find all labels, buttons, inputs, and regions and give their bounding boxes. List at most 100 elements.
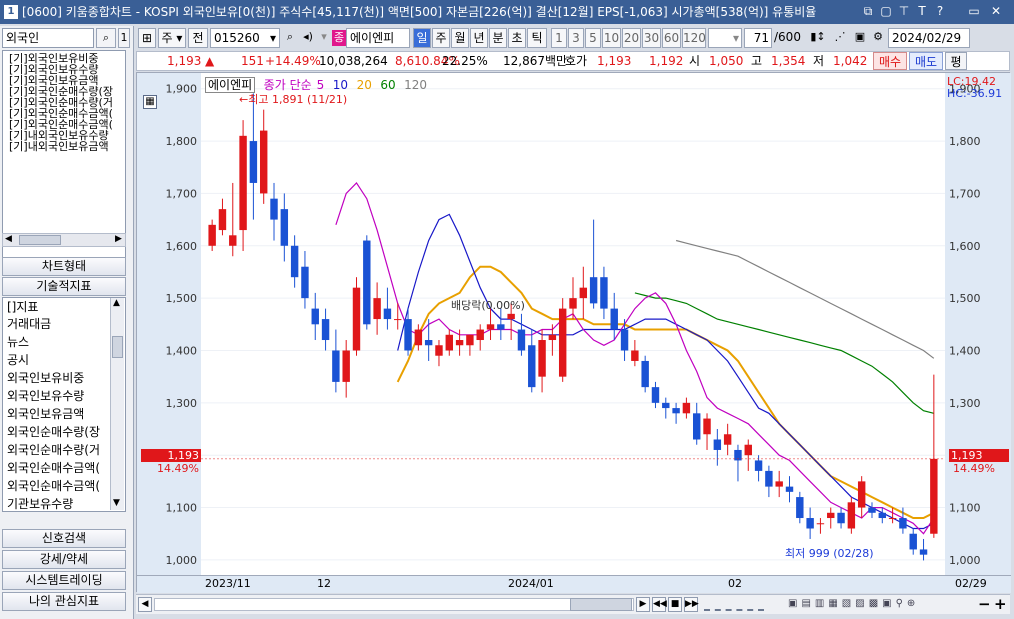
tab-second[interactable]: 초	[508, 28, 526, 48]
vertical-scrollbar[interactable]: ▲ ▼	[110, 298, 124, 510]
interval-5[interactable]: 5	[585, 28, 601, 48]
list-item[interactable]: 공시	[3, 351, 125, 369]
chart-scroll-thumb[interactable]	[570, 598, 632, 611]
y-tick-label-right: 1,100	[949, 502, 981, 515]
text-icon[interactable]: T	[914, 3, 930, 19]
horizontal-scrollbar[interactable]: ◀ ▶	[2, 233, 126, 247]
code-input[interactable]: 015260 ▾	[210, 28, 280, 48]
list-item[interactable]: [기]외국인보유금액	[3, 75, 125, 86]
chart-line-icon[interactable]: ⋰	[830, 28, 850, 48]
all-button[interactable]: 전	[188, 28, 208, 48]
list-item[interactable]: 외국인순매수량(장	[3, 423, 125, 441]
zoom-in-icon[interactable]: +	[994, 595, 1007, 613]
stop-icon[interactable]: ■	[668, 597, 682, 612]
list-item[interactable]: 외국인순매수금액(	[3, 477, 125, 495]
list-item[interactable]: [기]외국인순매수금액(	[3, 119, 125, 130]
candle-body	[239, 135, 247, 231]
combo-suffix[interactable]: 1	[118, 28, 130, 48]
tab-year[interactable]: 년	[470, 28, 488, 48]
interval-1[interactable]: 1	[551, 28, 567, 48]
average-button[interactable]: 평	[945, 52, 967, 70]
interval-20[interactable]: 20	[622, 28, 641, 48]
gear-icon[interactable]: ⚙	[870, 28, 886, 48]
list-item[interactable]: 외국인보유금액	[3, 405, 125, 423]
technical-indicator-button[interactable]: 기술적지표	[2, 277, 126, 296]
list-item[interactable]: 외국인순매수량(거	[3, 441, 125, 459]
list-item[interactable]: []지표	[3, 298, 125, 315]
save-icon[interactable]: ▣	[852, 28, 868, 48]
zoom-slider[interactable]	[704, 598, 764, 611]
zoom-out-icon[interactable]: −	[978, 595, 991, 613]
dropdown-icon[interactable]: ▾	[316, 28, 332, 48]
my-indicator-button[interactable]: 나의 관심지표	[2, 592, 126, 611]
fast-forward-icon[interactable]: ▶▶	[684, 597, 699, 612]
interval-combo[interactable]: ▾	[708, 28, 742, 48]
period-combo[interactable]: 주 ▾	[158, 28, 186, 48]
rewind-icon[interactable]: ◀◀	[652, 597, 667, 612]
interval-120[interactable]: 120	[682, 28, 706, 48]
close-button[interactable]: ✕	[988, 3, 1004, 19]
trade-amount: 12,867백만	[503, 54, 568, 68]
interval-60[interactable]: 60	[662, 28, 681, 48]
investor-combo[interactable]: 외국인	[2, 28, 94, 48]
sell-button[interactable]: 매도	[909, 52, 943, 70]
list-item[interactable]: 거래대금	[3, 315, 125, 333]
list-item[interactable]: [기]외국인보유비중	[3, 53, 125, 64]
candle-body	[290, 245, 299, 278]
list-item[interactable]: [기]내외국인보유수량	[3, 130, 125, 141]
chart-area[interactable]: ▦ 1,900 1,900 1,800 1,800 1,700 1,700 1,600 1,6…	[136, 72, 1011, 593]
search-icon[interactable]: ⌕	[282, 28, 298, 48]
strong-weak-button[interactable]: 강세/약세	[2, 550, 126, 569]
list-item[interactable]: 외국인보유비중	[3, 369, 125, 387]
chart-scroll-track[interactable]	[154, 598, 634, 611]
chart-type-button[interactable]: 차트형태	[2, 257, 126, 276]
restore-layout-icon[interactable]: ⧉	[860, 3, 876, 19]
scroll-right-icon[interactable]: ▶	[115, 234, 122, 244]
list-item[interactable]: [기]외국인순매수량(거	[3, 97, 125, 108]
scroll-up-icon[interactable]: ▲	[113, 298, 120, 308]
tab-week[interactable]: 주	[432, 28, 450, 48]
tab-month[interactable]: 월	[451, 28, 469, 48]
list-item[interactable]: [기]외국인순매수량(장	[3, 86, 125, 97]
list-item[interactable]: 외국인순매수금액(	[3, 459, 125, 477]
pin-icon[interactable]: ⊤	[896, 3, 912, 19]
system-trading-button[interactable]: 시스템트레이딩	[2, 571, 126, 590]
candle-body	[538, 340, 546, 377]
scroll-right-icon[interactable]: ▶	[636, 597, 650, 612]
buy-button[interactable]: 매수	[873, 52, 907, 70]
list-item[interactable]: [기]외국인보유수량	[3, 64, 125, 75]
list-item[interactable]: 기관보유수량	[3, 495, 125, 513]
list-item[interactable]: 뉴스	[3, 333, 125, 351]
candle-body	[435, 345, 443, 356]
sound-icon[interactable]: ◂)	[300, 28, 316, 48]
tab-day[interactable]: 일	[413, 28, 431, 48]
date-input[interactable]: 2024/02/29▦	[888, 28, 970, 63]
candle-body	[414, 329, 423, 346]
scroll-thumb[interactable]	[112, 336, 123, 358]
interval-10[interactable]: 10	[602, 28, 621, 48]
stock-name-field[interactable]: 에이엔피	[346, 28, 410, 48]
scroll-left-icon[interactable]: ◀	[5, 234, 12, 244]
drawing-tools-icon[interactable]: ▣▤▥▦▧▨▩▣⚲⊕	[788, 598, 972, 612]
list-item[interactable]: [기]내외국인보유금액	[3, 141, 125, 152]
list-item[interactable]: 외국인보유수량	[3, 387, 125, 405]
indicator-list[interactable]: []지표 거래대금 뉴스 공시 외국인보유비중 외국인보유수량 외국인보유금액 …	[2, 297, 126, 512]
investor-list[interactable]: [기]외국인보유비중 [기]외국인보유수량 [기]외국인보유금액 [기]외국인순…	[2, 50, 126, 260]
help-icon[interactable]: ?	[932, 3, 948, 19]
minimize-button[interactable]: ▭	[966, 3, 982, 19]
scroll-left-icon[interactable]: ◀	[138, 597, 152, 612]
scroll-thumb[interactable]	[19, 235, 61, 245]
interval-3[interactable]: 3	[568, 28, 584, 48]
search-icon[interactable]: ⌕	[96, 28, 116, 48]
tab-minute[interactable]: 분	[489, 28, 507, 48]
signal-search-button[interactable]: 신호검색	[2, 529, 126, 548]
candle-body	[208, 224, 216, 246]
list-item[interactable]: [기]외국인순매수금액(	[3, 108, 125, 119]
interval-30[interactable]: 30	[642, 28, 661, 48]
count-input[interactable]: 71	[744, 28, 772, 48]
tab-tick[interactable]: 틱	[527, 28, 547, 48]
frame-icon[interactable]: ▢	[878, 3, 894, 19]
scroll-down-icon[interactable]: ▼	[113, 498, 120, 508]
indicator-icon[interactable]: ▮↕	[808, 28, 828, 48]
chart-settings-icon[interactable]: ⊞	[138, 28, 156, 48]
